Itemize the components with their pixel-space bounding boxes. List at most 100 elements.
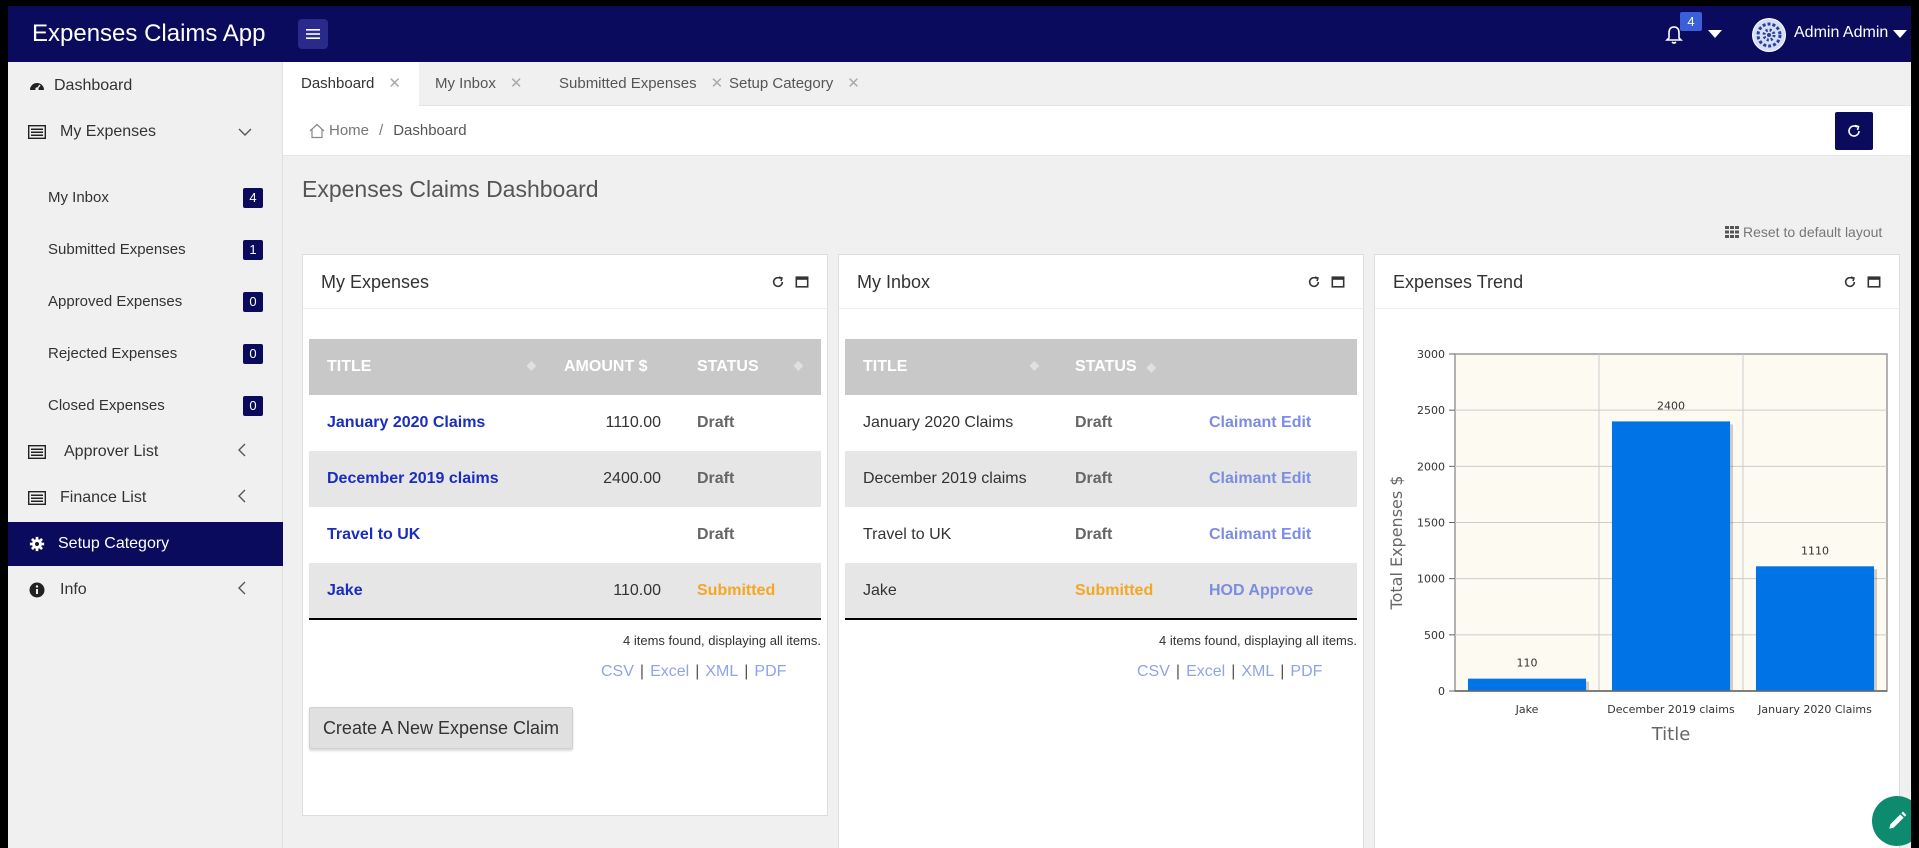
- list-icon: [28, 489, 46, 507]
- list-icon: [28, 123, 46, 141]
- close-icon[interactable]: ✕: [847, 75, 860, 92]
- export-excel-link[interactable]: Excel: [1186, 663, 1225, 680]
- panel-tools: [1843, 275, 1881, 289]
- table-row[interactable]: December 2019 claims Draft Claimant Edit: [845, 451, 1357, 507]
- sidebar-item-submitted-expenses[interactable]: Submitted Expenses 1: [8, 228, 283, 272]
- refresh-icon[interactable]: [771, 275, 785, 289]
- export-csv-link[interactable]: CSV: [601, 663, 634, 680]
- sidebar-item-label: Submitted Expenses: [48, 241, 186, 258]
- table-row[interactable]: Travel to UK Draft Claimant Edit: [845, 507, 1357, 563]
- sidebar-item-approver-list[interactable]: Approver List: [8, 430, 283, 474]
- expense-title-link[interactable]: December 2019 claims: [327, 470, 499, 487]
- my-expenses-table: TITLE ◆ AMOUNT $ STATUS ◆ January 2020 Cla…: [309, 339, 821, 620]
- sidebar: Dashboard My Expenses My Inbox 4 Submitt…: [8, 62, 283, 848]
- chevron-left-icon: [238, 443, 246, 462]
- sidebar-item-my-expenses[interactable]: My Expenses: [8, 110, 283, 154]
- column-label: AMOUNT $: [564, 358, 648, 375]
- column-header-status[interactable]: STATUS ◆: [679, 339, 821, 395]
- export-pdf-link[interactable]: PDF: [754, 663, 786, 680]
- gear-icon: [28, 535, 46, 553]
- maximize-icon[interactable]: [795, 275, 809, 289]
- tab-dashboard[interactable]: Dashboard ✕: [283, 62, 419, 106]
- breadcrumb-home-link[interactable]: Home: [329, 122, 369, 139]
- sidebar-item-approved-expenses[interactable]: Approved Expenses 0: [8, 280, 283, 324]
- expense-title-link[interactable]: January 2020 Claims: [327, 414, 485, 431]
- expense-title-link[interactable]: Jake: [327, 582, 363, 599]
- sidebar-item-closed-expenses[interactable]: Closed Expenses 0: [8, 384, 283, 428]
- action-link[interactable]: Claimant Edit: [1209, 470, 1311, 487]
- user-dropdown-caret[interactable]: [1893, 30, 1907, 38]
- y-axis-label: Total Expenses $: [1387, 476, 1406, 611]
- reset-layout-link[interactable]: Reset to default layout: [1725, 224, 1882, 240]
- column-header-action: [1191, 339, 1357, 395]
- status-text: Draft: [1075, 414, 1113, 431]
- reset-layout-label: Reset to default layout: [1743, 224, 1883, 240]
- items-found-text: 4 items found, displaying all items.: [623, 633, 821, 648]
- sidebar-item-finance-list[interactable]: Finance List: [8, 476, 283, 520]
- tab-my-inbox[interactable]: My Inbox ✕: [417, 62, 540, 106]
- user-name[interactable]: Admin Admin: [1794, 24, 1888, 42]
- panel-tools: [1307, 275, 1345, 289]
- tab-bar: Dashboard ✕ My Inbox ✕ Submitted Expenses ✕…: [283, 62, 1911, 106]
- my-inbox-panel: My Inbox TITLE ◆ STATUS ◆ January 2020 Cla…: [838, 254, 1364, 848]
- action-link[interactable]: HOD Approve: [1209, 582, 1313, 599]
- sidebar-item-my-inbox[interactable]: My Inbox 4: [8, 176, 283, 220]
- bar: [1611, 421, 1731, 691]
- export-csv-link[interactable]: CSV: [1137, 663, 1170, 680]
- home-icon: [309, 123, 325, 138]
- maximize-icon[interactable]: [1867, 275, 1881, 289]
- sidebar-item-rejected-expenses[interactable]: Rejected Expenses 0: [8, 332, 283, 376]
- expenses-trend-panel: Expenses Trend 0 500 1000 1500 2000 2500 3000 1…: [1374, 254, 1900, 848]
- my-expenses-panel: My Expenses TITLE ◆ AMOUNT $ STATUS ◆ Janu…: [302, 254, 828, 816]
- panel-header: My Inbox: [839, 255, 1363, 309]
- bar: [1755, 566, 1875, 691]
- expense-amount: 1110.00: [605, 414, 661, 431]
- export-excel-link[interactable]: Excel: [650, 663, 689, 680]
- refresh-icon[interactable]: [1843, 275, 1857, 289]
- table-row[interactable]: Jake Submitted HOD Approve: [845, 563, 1357, 620]
- app-title[interactable]: Expenses Claims App: [8, 6, 283, 62]
- y-tick-label: 1000: [1417, 573, 1445, 586]
- expenses-trend-chart: 0 500 1000 1500 2000 2500 3000 110 Jake 2400 Decem…: [1387, 348, 1888, 745]
- refresh-button[interactable]: [1835, 112, 1873, 150]
- export-xml-link[interactable]: XML: [705, 663, 738, 680]
- notification-badge: 4: [1680, 12, 1702, 31]
- sidebar-item-info[interactable]: Info: [8, 568, 283, 612]
- count-badge: 4: [243, 188, 263, 208]
- export-pdf-link[interactable]: PDF: [1290, 663, 1322, 680]
- column-label: STATUS: [1075, 358, 1137, 375]
- column-header-amount[interactable]: AMOUNT $: [554, 339, 679, 395]
- notifications-dropdown-caret[interactable]: [1708, 30, 1722, 38]
- tab-label: My Inbox: [435, 75, 496, 92]
- close-icon[interactable]: ✕: [388, 75, 401, 92]
- column-header-title[interactable]: TITLE ◆: [309, 339, 554, 395]
- close-icon[interactable]: ✕: [510, 75, 523, 92]
- table-row[interactable]: Jake 110.00 Submitted: [309, 563, 821, 620]
- inbox-title: January 2020 Claims: [863, 414, 1014, 431]
- table-row[interactable]: January 2020 Claims 1110.00 Draft: [309, 395, 821, 451]
- action-link[interactable]: Claimant Edit: [1209, 414, 1311, 431]
- avatar[interactable]: [1752, 18, 1786, 52]
- column-header-status[interactable]: STATUS ◆: [1057, 339, 1191, 395]
- avatar-pattern-icon: [1753, 19, 1785, 51]
- x-tick-label: December 2019 claims: [1607, 703, 1735, 716]
- column-header-title[interactable]: TITLE ◆: [845, 339, 1057, 395]
- menu-toggle-button[interactable]: [298, 19, 328, 49]
- action-link[interactable]: Claimant Edit: [1209, 526, 1311, 543]
- maximize-icon[interactable]: [1331, 275, 1345, 289]
- tab-setup-category[interactable]: Setup Category ✕: [711, 62, 878, 106]
- create-expense-claim-button[interactable]: Create A New Expense Claim: [309, 707, 573, 749]
- table-row[interactable]: December 2019 claims 2400.00 Draft: [309, 451, 821, 507]
- sidebar-item-label: My Inbox: [48, 189, 109, 206]
- table-row[interactable]: January 2020 Claims Draft Claimant Edit: [845, 395, 1357, 451]
- sidebar-item-label: Finance List: [60, 489, 147, 506]
- sidebar-item-setup-category[interactable]: Setup Category: [8, 522, 283, 566]
- export-xml-link[interactable]: XML: [1241, 663, 1274, 680]
- expense-title-link[interactable]: Travel to UK: [327, 526, 420, 543]
- column-label: STATUS: [697, 358, 759, 375]
- tab-label: Dashboard: [301, 75, 375, 92]
- count-badge: 0: [243, 396, 263, 416]
- refresh-icon[interactable]: [1307, 275, 1321, 289]
- table-row[interactable]: Travel to UK Draft: [309, 507, 821, 563]
- sidebar-item-dashboard[interactable]: Dashboard: [8, 64, 283, 108]
